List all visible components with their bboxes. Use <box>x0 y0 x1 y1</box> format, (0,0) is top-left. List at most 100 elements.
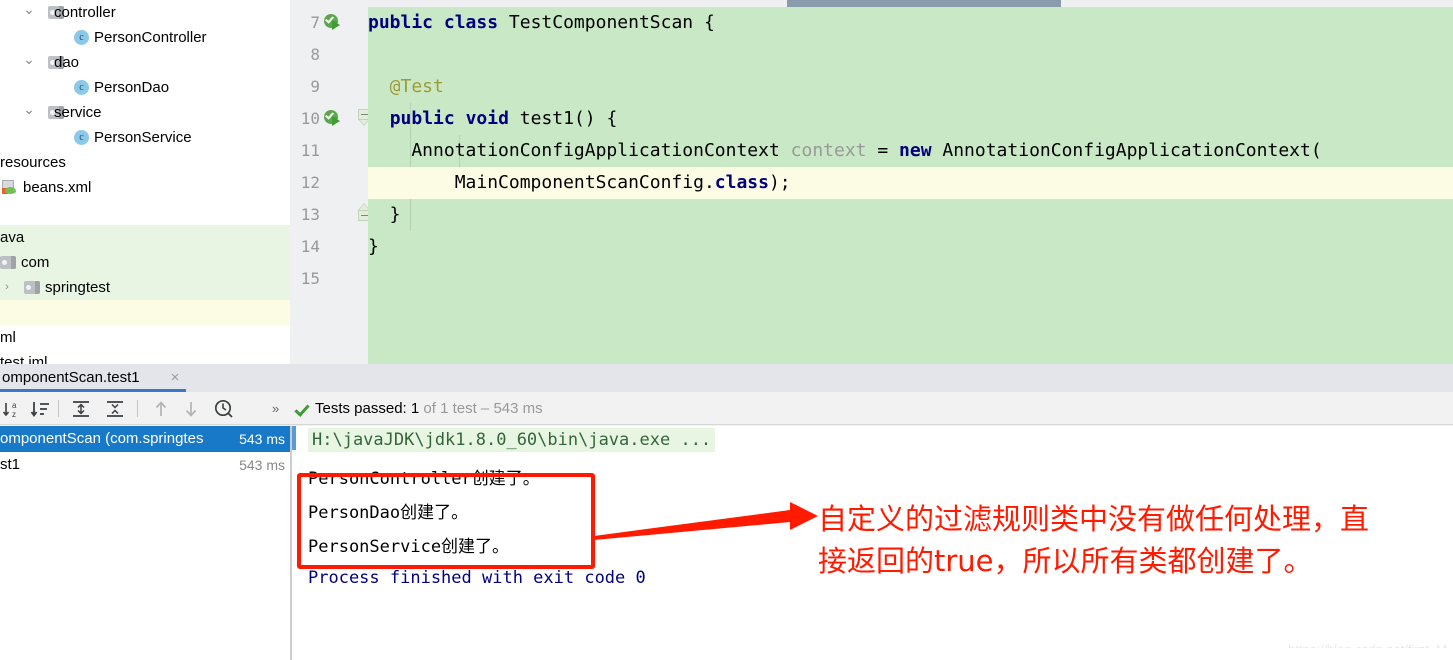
line-number: 10 <box>300 109 320 128</box>
code-token: context <box>790 140 867 161</box>
editor-gutter[interactable]: 7 8 9 10 11 12 13 14 15 <box>290 7 371 364</box>
status-count: 1 <box>410 400 420 417</box>
code-token: void <box>465 108 509 129</box>
tree-item-dao[interactable]: ⌄ dao <box>0 50 290 75</box>
gutter-line[interactable]: 10 <box>290 103 371 135</box>
console-run-marker <box>292 426 296 450</box>
gutter-line[interactable]: 14 <box>290 231 368 263</box>
tree-item-label: beans.xml <box>23 179 92 196</box>
code-line[interactable] <box>368 39 1453 71</box>
editor-horizontal-scrollbar-track[interactable] <box>290 0 1453 7</box>
status-prefix: Tests passed: <box>315 400 411 417</box>
collapse-all-icon[interactable] <box>104 398 126 420</box>
tree-item-label: PersonController <box>94 29 207 46</box>
code-token: MainComponentScanConfig. <box>368 172 715 193</box>
test-tab-strip[interactable]: omponentScan.test1 × <box>0 364 1453 392</box>
tree-item-label: com <box>21 254 50 271</box>
test-name: st1 <box>0 456 21 473</box>
test-history-icon[interactable] <box>213 398 235 420</box>
toolbar-overflow-icon[interactable]: » <box>272 398 279 420</box>
chevron-right-icon[interactable]: › <box>0 275 14 300</box>
annotation-line-1: 自定义的过滤规则类中没有做任何处理，直 <box>818 502 1370 536</box>
line-number: 9 <box>310 77 320 96</box>
xml-file-icon <box>2 180 17 195</box>
tree-item-ml[interactable]: ml <box>0 325 290 350</box>
code-line[interactable] <box>368 263 1453 295</box>
toolbar-separator <box>58 400 59 417</box>
test-tree-row[interactable]: st1 543 ms <box>0 452 290 478</box>
run-test-icon[interactable] <box>324 14 341 31</box>
test-toolbar[interactable]: a z » Tests passed: 1 of 1 test – 543 ms <box>0 392 1453 425</box>
console-command-line: H:\javaJDK\jdk1.8.0_60\bin\java.exe ... <box>308 428 716 452</box>
code-line[interactable]: public void test1() { <box>368 103 1453 135</box>
line-number: 14 <box>300 237 320 256</box>
folder-icon <box>24 281 40 294</box>
test-tree-row[interactable]: omponentScan (com.springtes 543 ms <box>0 426 290 452</box>
code-token: AnnotationConfigApplicationContext( <box>931 140 1322 161</box>
tree-item-service[interactable]: ⌄ service <box>0 100 290 125</box>
editor-code-area[interactable]: public class TestComponentScan { @Test p… <box>368 7 1453 364</box>
tree-item-ava[interactable]: ava <box>0 225 290 250</box>
line-number: 12 <box>300 173 320 192</box>
chevron-down-icon[interactable]: ⌄ <box>22 100 36 125</box>
editor-horizontal-scrollbar-thumb[interactable] <box>787 0 1061 7</box>
code-editor[interactable]: 7 8 9 10 11 12 13 14 15 public class TestCompone… <box>290 0 1453 364</box>
tree-item-persondao[interactable]: c PersonDao <box>0 75 290 100</box>
next-failed-test-icon[interactable] <box>180 398 202 420</box>
tree-item-beans-xml[interactable]: beans.xml <box>0 175 290 200</box>
class-icon: c <box>74 30 89 45</box>
gutter-line[interactable]: 13 <box>290 199 371 231</box>
project-tree-panel[interactable]: ⌄ controller c PersonController ⌄ dao c PersonD… <box>0 0 290 371</box>
chevron-down-icon[interactable]: ⌄ <box>22 50 36 75</box>
code-line[interactable]: MainComponentScanConfig.class); <box>368 167 1453 199</box>
tree-item-blank <box>0 200 290 225</box>
ide-screenshot: ⌄ controller c PersonController ⌄ dao c PersonD… <box>0 0 1453 660</box>
sort-by-duration-icon[interactable] <box>30 398 52 420</box>
toolbar-separator <box>137 400 138 417</box>
test-name: omponentScan (com.springtes <box>0 430 204 447</box>
line-number: 13 <box>300 205 320 224</box>
tree-item-personservice[interactable]: c PersonService <box>0 125 290 150</box>
annotation-arrow-icon <box>592 488 820 548</box>
tree-item-label: resources <box>0 154 66 171</box>
tree-item-com[interactable]: com <box>0 250 290 275</box>
prev-failed-test-icon[interactable] <box>150 398 172 420</box>
code-line[interactable]: AnnotationConfigApplicationContext conte… <box>368 135 1453 167</box>
tree-item-springtest[interactable]: › springtest <box>0 275 290 300</box>
folder-icon <box>0 256 16 269</box>
tree-item-label: ava <box>0 229 25 246</box>
gutter-line[interactable]: 11 <box>290 135 368 167</box>
tree-item-personcontroller[interactable]: c PersonController <box>0 25 290 50</box>
gutter-line[interactable]: 12 <box>290 167 368 199</box>
annotation-note-text: 自定义的过滤规则类中没有做任何处理，直 接返回的true，所以所有类都创建了。 <box>818 498 1453 582</box>
gutter-line[interactable]: 9 <box>290 71 368 103</box>
tree-item-resources[interactable]: resources <box>0 150 290 175</box>
code-token: { <box>693 12 715 33</box>
chevron-down-icon[interactable]: ⌄ <box>22 0 36 25</box>
code-token: } <box>368 236 379 257</box>
class-icon: c <box>74 130 89 145</box>
tree-item-controller[interactable]: ⌄ controller <box>0 0 290 25</box>
code-line[interactable]: } <box>368 199 1453 231</box>
close-icon[interactable]: × <box>166 364 184 392</box>
code-line[interactable]: public class TestComponentScan { <box>368 7 1453 39</box>
test-result-tree[interactable]: omponentScan (com.springtes 543 ms st1 543 … <box>0 426 290 660</box>
class-icon: c <box>74 80 89 95</box>
gutter-line[interactable]: 8 <box>290 39 368 71</box>
code-line[interactable]: } <box>368 231 1453 263</box>
test-duration: 543 ms <box>239 431 285 447</box>
tree-item-label: dao <box>54 54 80 71</box>
annotation-line-2: 接返回的true，所以所有类都创建了。 <box>818 544 1313 578</box>
tree-item-blank <box>0 300 290 325</box>
gutter-line[interactable]: 7 <box>290 7 368 39</box>
tab-test-componentscan[interactable]: omponentScan.test1 <box>0 364 152 392</box>
svg-text:z: z <box>12 410 16 419</box>
run-test-icon[interactable] <box>324 110 341 127</box>
code-token: class <box>714 172 769 193</box>
gutter-line[interactable]: 15 <box>290 263 368 295</box>
code-line[interactable]: @Test <box>368 71 1453 103</box>
expand-all-icon[interactable] <box>70 398 92 420</box>
sort-alphabetically-icon[interactable]: a z <box>2 398 24 420</box>
